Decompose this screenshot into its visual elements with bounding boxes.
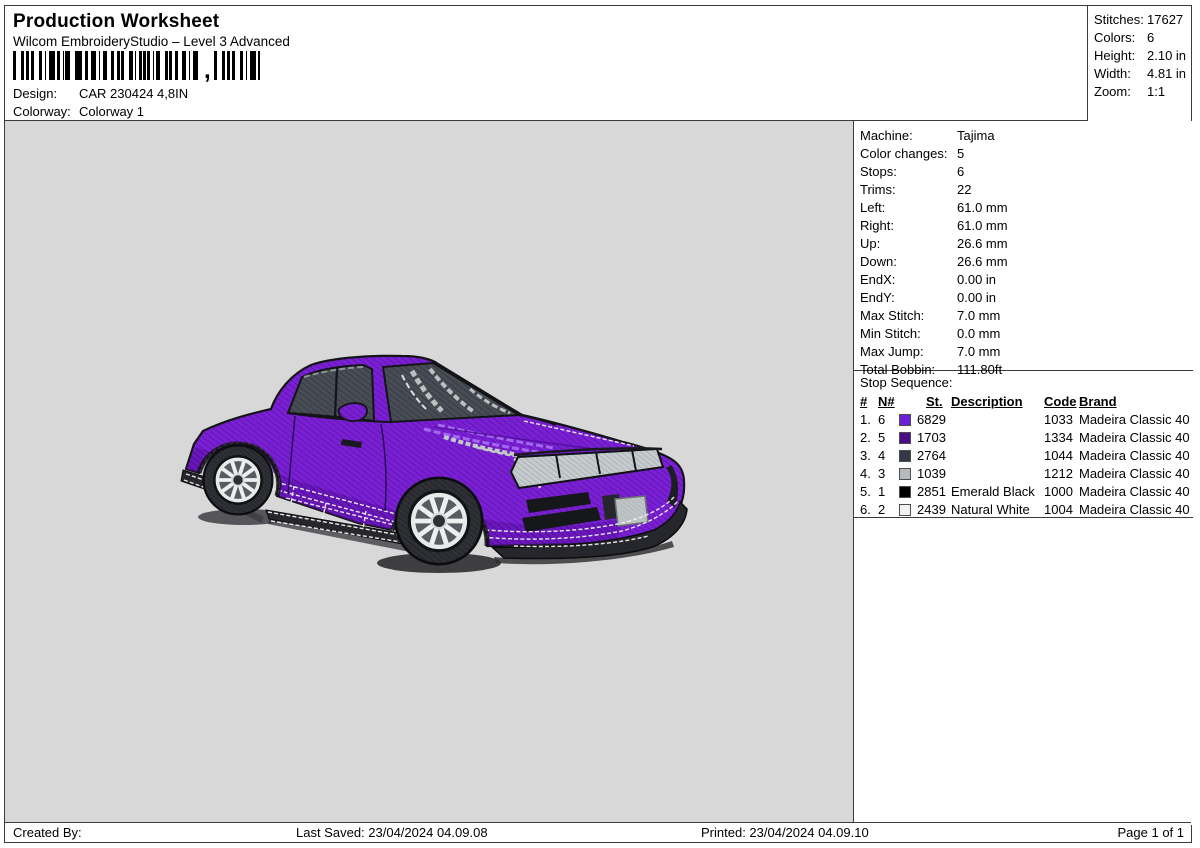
machine-row: Stops: 6 bbox=[860, 164, 965, 179]
width-value: 4.81 in bbox=[1147, 66, 1187, 81]
design-value: CAR 230424 4,8IN bbox=[79, 86, 189, 101]
side-mirror bbox=[337, 402, 368, 422]
barcode-separator: , bbox=[204, 57, 211, 84]
worksheet-footer: Created By: Last Saved: 23/04/2024 04.09… bbox=[5, 822, 1191, 842]
colorway-row: Colorway: Colorway 1 bbox=[13, 104, 144, 120]
summary-row: Colors: 6 bbox=[1094, 30, 1155, 45]
license-plate bbox=[614, 495, 649, 527]
machine-row: Machine: Tajima bbox=[860, 128, 995, 143]
car-windows bbox=[286, 361, 557, 426]
colorway-label: Colorway: bbox=[13, 104, 71, 119]
barcode-group-2-icon bbox=[213, 51, 260, 80]
embroidery-car-design bbox=[180, 354, 688, 573]
summary-row: Zoom: 1:1 bbox=[1094, 84, 1166, 99]
machine-info-section: Machine: Tajima Color changes: 5 Stops: 6 T… bbox=[854, 121, 1193, 377]
info-panel: Machine: Tajima Color changes: 5 Stops: 6 T… bbox=[854, 121, 1193, 825]
design-row: Design: CAR 230424 4,8IN bbox=[13, 86, 188, 102]
page-number: Page 1 of 1 bbox=[1117, 825, 1185, 840]
stitches-value: 17627 bbox=[1147, 12, 1184, 27]
thread-color-swatch bbox=[899, 504, 911, 516]
last-saved-label: Last Saved: 23/04/2024 04.09.08 bbox=[296, 825, 488, 840]
summary-row: Stitches: 17627 bbox=[1094, 12, 1184, 27]
summary-row: Width: 4.81 in bbox=[1094, 66, 1187, 81]
production-worksheet-page: Production Worksheet Wilcom EmbroiderySt… bbox=[4, 5, 1193, 843]
machine-row: Max Stitch: 7.0 mm bbox=[860, 308, 1001, 323]
stop-sequence-row: 6. 2 2439 Natural White 1004 Madeira Classic … bbox=[860, 502, 1190, 517]
page-title: Production Worksheet bbox=[13, 11, 220, 32]
front-wheel bbox=[396, 478, 482, 564]
machine-row: EndY: 0.00 in bbox=[860, 290, 997, 305]
colorway-value: Colorway 1 bbox=[79, 104, 145, 119]
thread-color-swatch bbox=[899, 414, 911, 426]
design-barcode: , bbox=[13, 50, 260, 84]
stop-sequence-row: 1. 6 6829 1033 Madeira Classic 40 bbox=[860, 412, 1190, 427]
created-by-label: Created By: bbox=[13, 825, 82, 840]
machine-row: Min Stitch: 0.0 mm bbox=[860, 326, 1001, 341]
stop-sequence-row: 5. 1 2851 Emerald Black 1000 Madeira Classic … bbox=[860, 484, 1190, 499]
printed-label: Printed: 23/04/2024 04.09.10 bbox=[701, 825, 869, 840]
colors-value: 6 bbox=[1147, 30, 1155, 45]
design-label: Design: bbox=[13, 86, 58, 101]
machine-row: Trims: 22 bbox=[860, 182, 972, 197]
machine-row: EndX: 0.00 in bbox=[860, 272, 997, 287]
stop-sequence-row: 3. 4 2764 1044 Madeira Classic 40 bbox=[860, 448, 1190, 463]
rear-wheel bbox=[201, 443, 275, 517]
machine-row: Up: 26.6 mm bbox=[860, 236, 1008, 251]
machine-row: Down: 26.6 mm bbox=[860, 254, 1008, 269]
zoom-value: 1:1 bbox=[1147, 84, 1166, 99]
machine-value: Tajima bbox=[957, 128, 995, 143]
stop-sequence-row: 4. 3 1039 1212 Madeira Classic 40 bbox=[860, 466, 1190, 481]
thread-color-swatch bbox=[899, 432, 911, 444]
summary-row: Height: 2.10 in bbox=[1094, 48, 1187, 63]
stitch-summary-box: Stitches: 17627 Colors: 6 Height: 2.10 in W… bbox=[1087, 6, 1191, 121]
thread-color-swatch bbox=[899, 468, 911, 480]
machine-row: Right: 61.0 mm bbox=[860, 218, 1008, 233]
worksheet-header: Production Worksheet Wilcom EmbroiderySt… bbox=[5, 6, 1191, 121]
machine-row: Color changes: 5 bbox=[860, 146, 965, 161]
barcode-group-1-icon bbox=[13, 51, 201, 80]
stop-sequence-section: Stop Sequence: # N# St. Description Code… bbox=[854, 371, 1193, 518]
stop-sequence-row: 2. 5 1703 1334 Madeira Classic 40 bbox=[860, 430, 1190, 445]
machine-row: Max Jump: 7.0 mm bbox=[860, 344, 1001, 359]
design-preview-canvas bbox=[5, 121, 854, 825]
thread-color-swatch bbox=[899, 450, 911, 462]
stop-sequence-header: # N# St. Description Code Brand bbox=[860, 394, 1117, 409]
thread-color-swatch bbox=[899, 486, 911, 498]
stop-sequence-title: Stop Sequence: bbox=[860, 375, 953, 390]
height-value: 2.10 in bbox=[1147, 48, 1187, 63]
software-subtitle: Wilcom EmbroideryStudio – Level 3 Advanc… bbox=[13, 34, 290, 49]
machine-row: Left: 61.0 mm bbox=[860, 200, 1008, 215]
